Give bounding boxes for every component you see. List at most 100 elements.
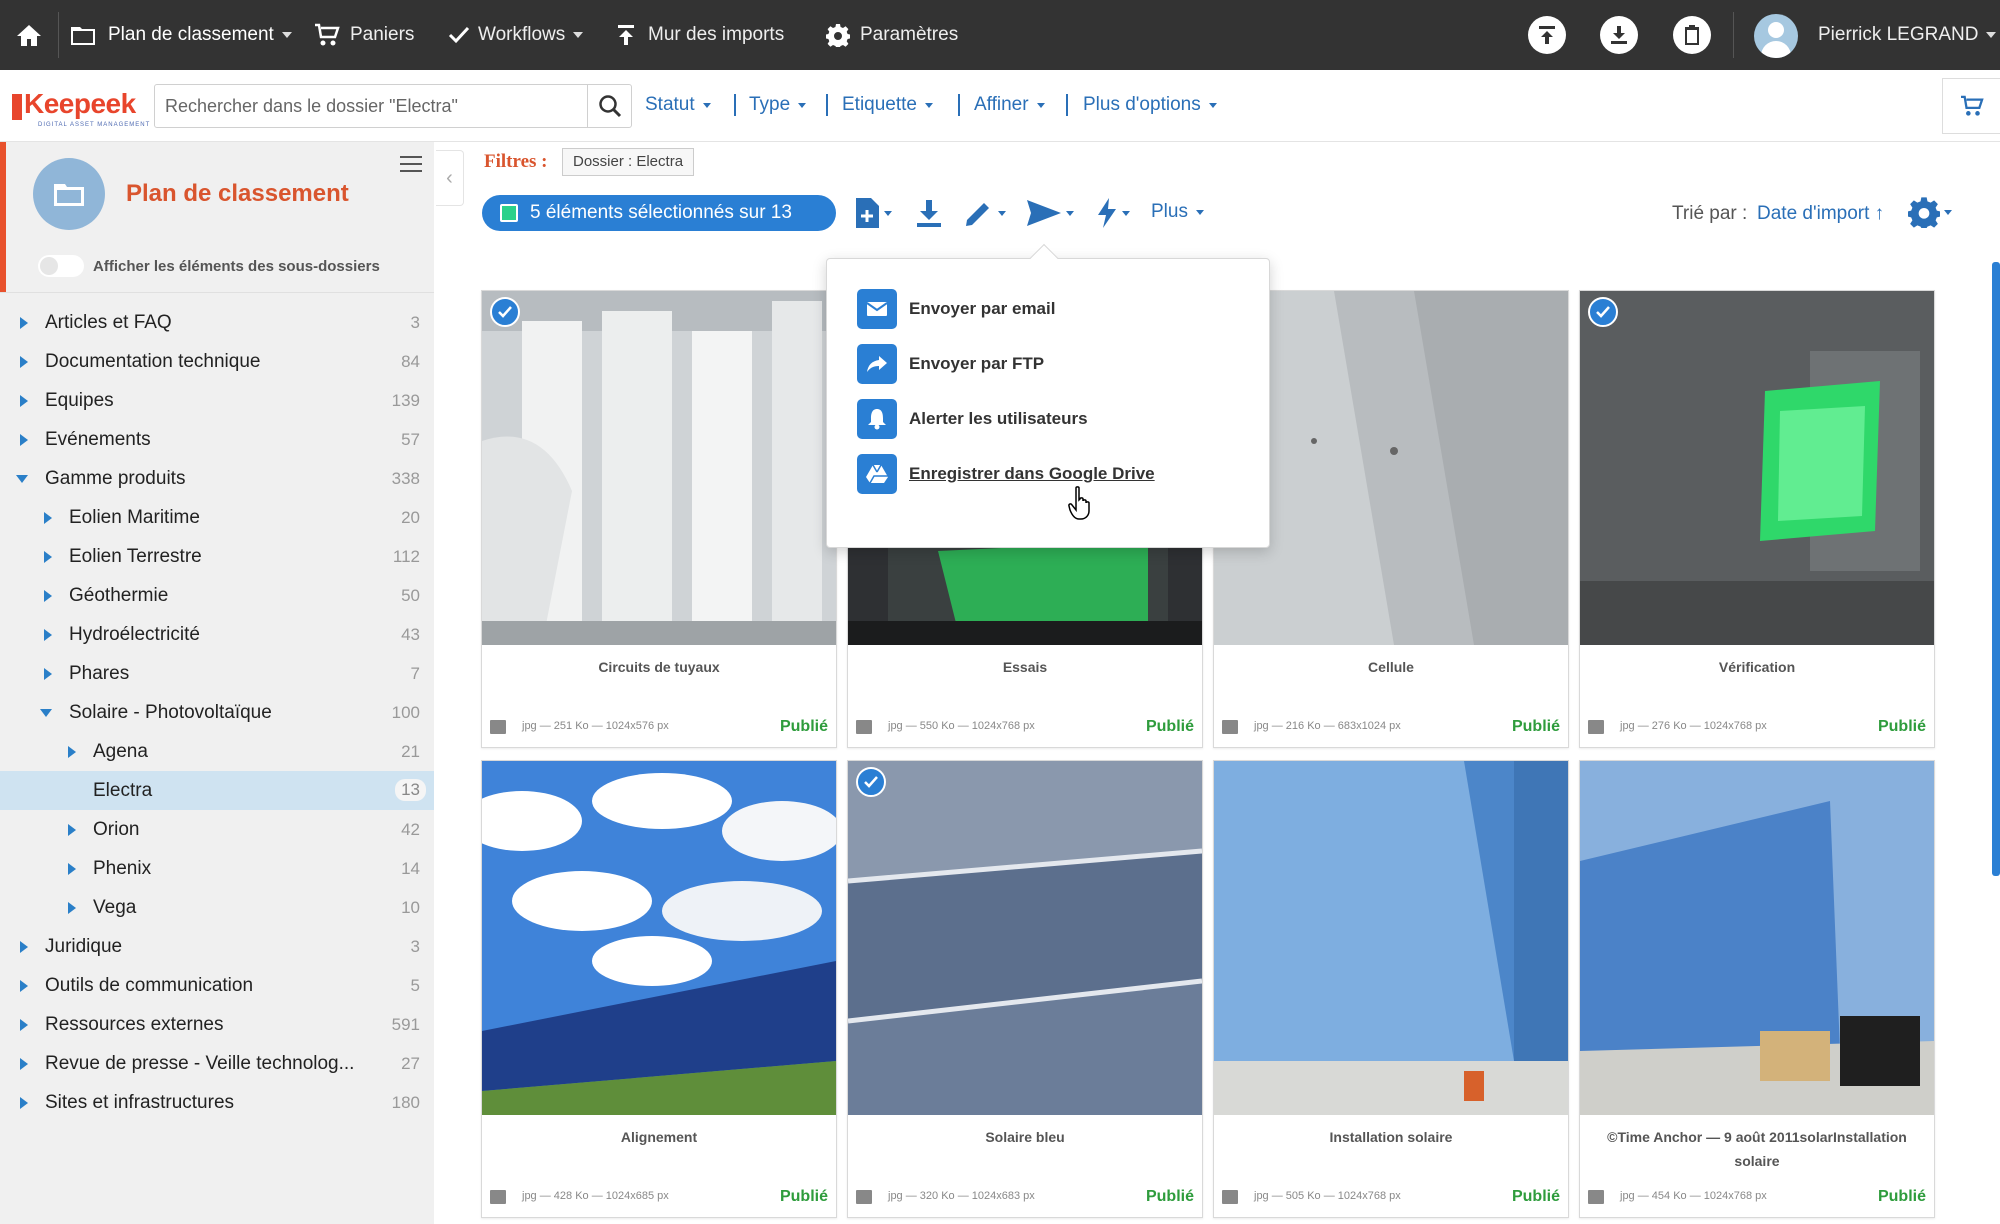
tree-item-count: 42 [401,820,420,839]
collapse-sidebar-button[interactable]: ‹ [436,150,464,206]
asset-card[interactable]: Vérification jpg — 276 Ko — 1024x768 px Pu… [1579,290,1935,748]
search-button[interactable] [587,85,631,127]
caret-right-icon[interactable] [20,1058,28,1070]
tree-item[interactable]: Géothermie 50 [0,576,434,615]
caret-right-icon[interactable] [44,590,52,602]
asset-thumbnail[interactable] [482,761,836,1115]
caret-right-icon[interactable] [68,824,76,836]
tree-item[interactable]: Orion 42 [0,810,434,849]
tree-item-count: 100 [391,703,420,722]
asset-card[interactable]: ©Time Anchor — 9 août 2011solarInstallat… [1579,760,1935,1218]
filter-affiner[interactable]: Affiner [974,90,1045,120]
nav-parametres[interactable]: Paramètres [826,0,958,70]
asset-thumbnail[interactable] [1580,291,1934,645]
caret-right-icon[interactable] [20,356,28,368]
asset-thumbnail[interactable] [1580,761,1934,1115]
caret-right-icon[interactable] [20,434,28,446]
hamburger-menu-icon[interactable] [400,156,422,172]
tree-item[interactable]: Equipes 139 [0,381,434,420]
gear-icon [826,24,850,47]
filter-statut[interactable]: Statut [645,90,711,120]
search-input[interactable] [165,85,585,127]
sort-selector[interactable]: Date d'import ↑ [1757,203,1884,225]
tree-item[interactable]: Sites et infrastructures 180 [0,1083,434,1122]
asset-thumbnail[interactable] [1214,761,1568,1115]
menu-item-send-ftp[interactable]: Envoyer par FTP [857,344,1044,384]
caret-down-icon[interactable] [16,475,28,483]
tree-item[interactable]: Phenix 14 [0,849,434,888]
caret-down-icon[interactable] [40,709,52,717]
caret-right-icon[interactable] [44,668,52,680]
user-menu[interactable]: Pierrick LEGRAND [1818,0,1997,70]
tree-item[interactable]: Documentation technique 84 [0,342,434,381]
asset-card[interactable]: Alignement jpg — 428 Ko — 1024x685 px Publ… [481,760,837,1218]
more-actions-menu[interactable]: Plus [1151,201,1204,223]
caret-right-icon[interactable] [68,902,76,914]
filter-type[interactable]: Type [749,90,807,120]
user-avatar[interactable] [1754,14,1798,58]
selection-checkbox-icon [500,204,518,222]
add-to-basket-button[interactable] [854,196,892,230]
asset-card[interactable]: Circuits de tuyaux jpg — 251 Ko — 1024x57… [481,290,837,748]
tree-item[interactable]: Gamme produits 338 [0,459,434,498]
menu-item-google-drive[interactable]: Enregistrer dans Google Drive [857,454,1155,494]
status-badge: Publié [1877,718,1926,735]
tree-item[interactable]: Eolien Terrestre 112 [0,537,434,576]
upload-shortcut-button[interactable] [1528,16,1566,54]
asset-card[interactable]: Solaire bleu jpg — 320 Ko — 1024x683 px Pu… [847,760,1203,1218]
tree-item[interactable]: Outils de communication 5 [0,966,434,1005]
selected-checkmark-icon[interactable] [856,767,886,797]
download-button[interactable] [916,196,942,230]
clipboard-shortcut-button[interactable] [1673,16,1711,54]
nav-mur-des-imports[interactable]: Mur des imports [616,0,784,70]
selected-checkmark-icon[interactable] [490,297,520,327]
actions-button[interactable] [1096,196,1130,230]
nav-paniers[interactable]: Paniers [314,0,414,70]
chevron-down-icon [998,210,1006,216]
tree-item[interactable]: Solaire - Photovoltaïque 100 [0,693,434,732]
tree-item[interactable]: Agena 21 [0,732,434,771]
display-settings-button[interactable] [1908,196,1952,228]
tree-item[interactable]: Eolien Maritime 20 [0,498,434,537]
tree-item[interactable]: Revue de presse - Veille technolog... 27 [0,1044,434,1083]
tree-item[interactable]: Evénements 57 [0,420,434,459]
content-scrollbar[interactable] [1992,262,2000,876]
asset-thumbnail[interactable] [848,761,1202,1115]
subfolder-toggle[interactable] [38,255,84,277]
tree-item[interactable]: Hydroélectricité 43 [0,615,434,654]
nav-workflows[interactable]: Workflows [448,0,584,70]
caret-right-icon[interactable] [68,863,76,875]
menu-item-send-email[interactable]: Envoyer par email [857,289,1055,329]
edit-button[interactable] [964,196,1006,230]
caret-right-icon[interactable] [20,980,28,992]
tree-item[interactable]: Ressources externes 591 [0,1005,434,1044]
selected-checkmark-icon[interactable] [1588,297,1618,327]
filter-plus-options[interactable]: Plus d'options [1083,90,1217,120]
send-button[interactable] [1026,196,1074,230]
tree-item[interactable]: Juridique 3 [0,927,434,966]
caret-right-icon[interactable] [44,629,52,641]
caret-right-icon[interactable] [44,551,52,563]
nav-plan-de-classement[interactable]: Plan de classement [70,0,292,70]
download-shortcut-button[interactable] [1600,16,1638,54]
filter-chip[interactable]: Dossier : Electra [562,148,695,176]
tree-item[interactable]: Electra 13 [0,771,434,810]
asset-card[interactable]: Installation solaire jpg — 505 Ko — 1024x… [1213,760,1569,1218]
asset-thumbnail[interactable] [482,291,836,645]
cart-button[interactable] [1942,78,2000,134]
caret-right-icon[interactable] [20,395,28,407]
caret-right-icon[interactable] [20,1097,28,1109]
caret-right-icon[interactable] [44,512,52,524]
keepeek-logo[interactable]: Keepeek DIGITAL ASSET MANAGEMENT [10,82,149,132]
tree-item[interactable]: Vega 10 [0,888,434,927]
tree-item[interactable]: Phares 7 [0,654,434,693]
selection-pill[interactable]: 5 éléments sélectionnés sur 13 [482,195,836,231]
menu-item-alert-users[interactable]: Alerter les utilisateurs [857,399,1088,439]
caret-right-icon[interactable] [68,746,76,758]
home-button[interactable] [16,0,42,70]
caret-right-icon[interactable] [20,941,28,953]
filter-etiquette[interactable]: Etiquette [842,90,933,120]
tree-item[interactable]: Articles et FAQ 3 [0,303,434,342]
caret-right-icon[interactable] [20,317,28,329]
caret-right-icon[interactable] [20,1019,28,1031]
